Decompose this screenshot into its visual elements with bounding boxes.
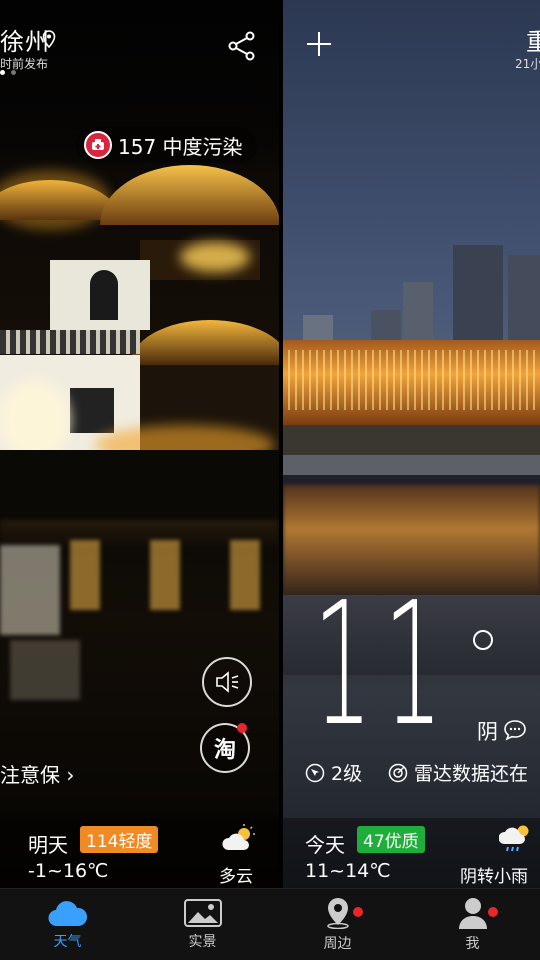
health-notice[interactable]: 注意保 › bbox=[0, 759, 74, 788]
nav-label: 实景 bbox=[188, 933, 217, 950]
add-city-icon[interactable] bbox=[305, 30, 333, 58]
aqi-icon bbox=[84, 131, 112, 159]
health-notice-text: 注意保 bbox=[0, 763, 60, 787]
current-condition: 阴 bbox=[477, 720, 498, 744]
page-dot-active bbox=[0, 70, 5, 75]
wind-level: 2级 bbox=[331, 763, 363, 785]
weather-card-chongqing[interactable]: 重 21小 11 阴 2级 雷达数据还在 今天 47优质 11~14℃ 阴转小雨 bbox=[283, 0, 540, 888]
forecast-day: 今天 bbox=[305, 833, 345, 857]
radar-icon bbox=[388, 763, 408, 782]
degree-symbol bbox=[473, 630, 493, 650]
today-forecast[interactable]: 今天 47优质 11~14℃ 阴转小雨 bbox=[283, 818, 540, 888]
chevron-right-icon: › bbox=[66, 763, 75, 787]
cloudy-rain-icon bbox=[499, 825, 529, 852]
tomorrow-forecast[interactable]: 明天 114轻度 -1~16℃ 多云 bbox=[0, 818, 279, 888]
forecast-weather: 阴转小雨 bbox=[460, 867, 528, 887]
page-dot bbox=[11, 70, 16, 75]
radar-info[interactable]: 雷达数据还在 bbox=[388, 759, 528, 786]
forecast-day: 明天 bbox=[28, 833, 68, 857]
aqi-badge: 47优质 bbox=[357, 826, 425, 853]
nav-item-photos[interactable]: 实景 bbox=[135, 889, 363, 960]
person-icon bbox=[458, 897, 487, 929]
forecast-temp: -1~16℃ bbox=[28, 860, 109, 882]
nav-item-weather[interactable]: 天气 bbox=[0, 889, 135, 960]
aqi-text: 157 中度污染 bbox=[118, 134, 243, 159]
radar-text: 雷达数据还在 bbox=[414, 763, 529, 785]
weather-card-xuzhou[interactable]: 徐州 时前发布 157 中度污染 淘 注意保 › 明天 114轻度 -1~16℃… bbox=[0, 0, 279, 888]
share-icon[interactable] bbox=[228, 31, 256, 61]
photo-icon bbox=[183, 898, 222, 927]
notification-dot bbox=[237, 723, 247, 733]
nav-item-nearby[interactable]: 周边 bbox=[270, 889, 498, 960]
current-temperature: 11 bbox=[313, 566, 454, 764]
city-name[interactable]: 重 bbox=[526, 22, 540, 57]
voice-broadcast-button[interactable] bbox=[202, 657, 252, 707]
location-icon bbox=[42, 30, 56, 48]
aqi-pill[interactable]: 157 中度污染 bbox=[76, 127, 257, 163]
forecast-temp: 11~14℃ bbox=[305, 860, 391, 882]
speaker-icon bbox=[216, 671, 239, 693]
partly-cloudy-icon bbox=[222, 824, 255, 850]
nav-label: 我 bbox=[465, 935, 480, 952]
cloud-icon bbox=[47, 900, 87, 926]
wind-direction-icon bbox=[305, 763, 325, 782]
nav-label: 周边 bbox=[323, 935, 352, 952]
wind-info[interactable]: 2级 bbox=[305, 759, 362, 786]
map-pin-icon bbox=[326, 897, 349, 929]
taobao-label: 淘 bbox=[213, 738, 236, 763]
publish-time: 21小 bbox=[515, 57, 540, 71]
nav-item-me[interactable]: 我 bbox=[405, 889, 540, 960]
forecast-weather: 多云 bbox=[219, 867, 253, 887]
bottom-nav: 天气 实景 周边 我 bbox=[0, 888, 540, 960]
chat-bubble-icon[interactable] bbox=[503, 719, 527, 741]
aqi-badge: 114轻度 bbox=[80, 826, 159, 853]
page-indicator bbox=[0, 70, 16, 75]
nav-label: 天气 bbox=[53, 933, 82, 950]
